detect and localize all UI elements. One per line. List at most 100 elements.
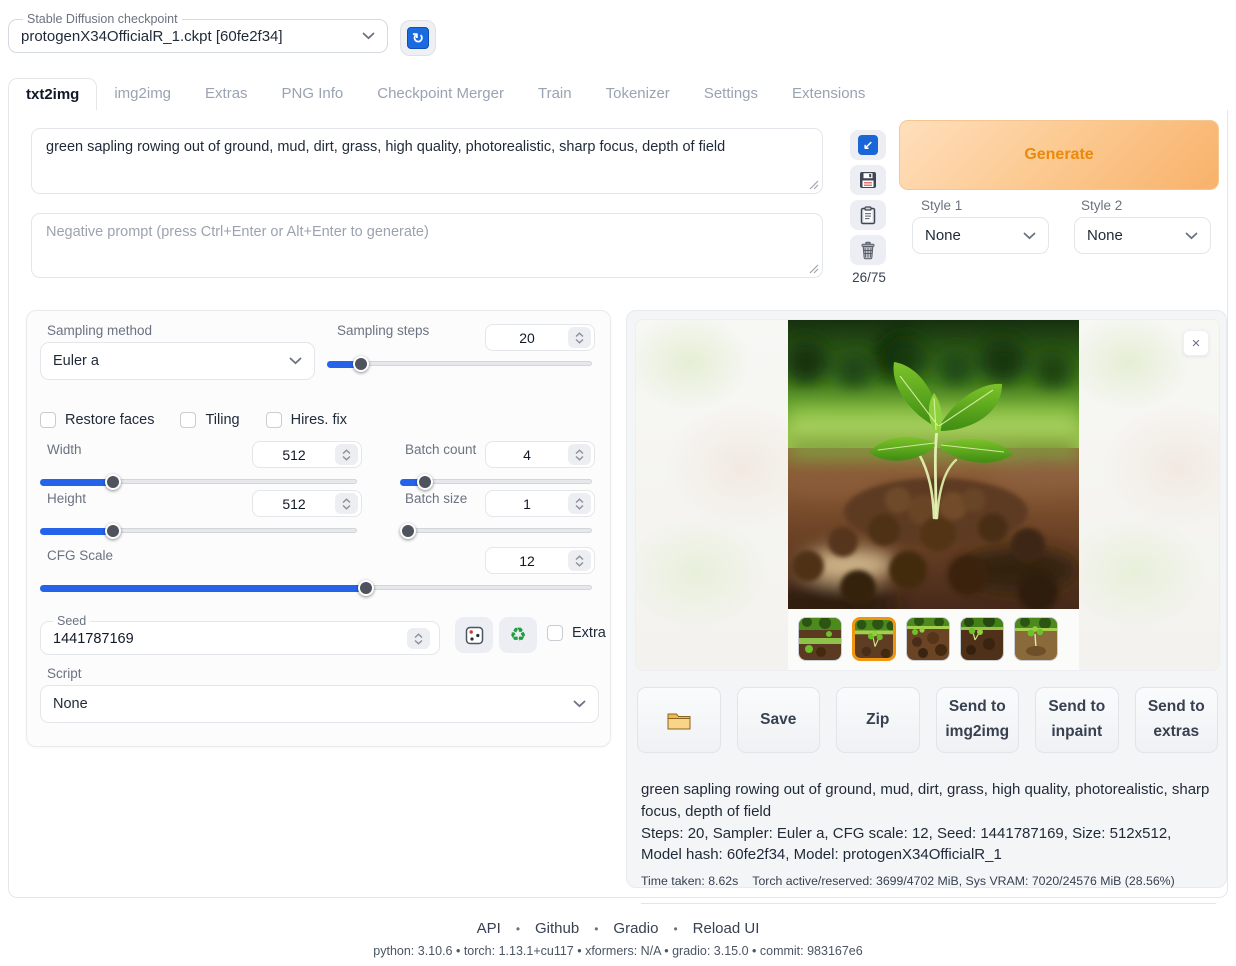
chevron-down-icon	[575, 338, 584, 344]
stepper-buttons[interactable]	[407, 628, 430, 649]
refresh-checkpoint-button[interactable]: ↻	[400, 20, 436, 56]
tab-settings[interactable]: Settings	[687, 78, 775, 110]
style1-value: None	[925, 227, 961, 244]
tab-tokenizer[interactable]: Tokenizer	[589, 78, 687, 110]
stepper-buttons[interactable]	[568, 444, 591, 465]
checkbox-icon	[40, 412, 56, 428]
footer-separator: •	[594, 922, 598, 936]
floppy-icon	[859, 171, 877, 189]
apply-style-button[interactable]	[850, 200, 886, 230]
generated-image[interactable]	[788, 320, 1079, 609]
checkpoint-value: protogenX34OfficialR_1.ckpt [60fe2f34]	[21, 28, 283, 45]
slider-handle[interactable]	[105, 474, 121, 490]
style1-label: Style 1	[921, 198, 962, 213]
output-actions: Save Zip Send to img2img Send to inpaint…	[637, 687, 1218, 753]
slider-handle[interactable]	[105, 523, 121, 539]
tab-img2img[interactable]: img2img	[97, 78, 188, 110]
send-to-inpaint-button[interactable]: Send to inpaint	[1035, 687, 1119, 753]
refresh-icon: ↻	[407, 27, 429, 49]
save-button[interactable]: Save	[737, 687, 821, 753]
batch-count-input[interactable]: 4	[485, 441, 595, 468]
chevron-down-icon	[342, 504, 351, 510]
clear-prompt-button[interactable]	[850, 235, 886, 265]
batch-count-slider[interactable]	[400, 473, 592, 489]
tab-checkpoint-merger[interactable]: Checkpoint Merger	[360, 78, 521, 110]
checkpoint-selector[interactable]: Stable Diffusion checkpoint protogenX34O…	[8, 12, 388, 53]
width-input[interactable]: 512	[252, 441, 362, 468]
batch-size-slider[interactable]	[400, 522, 592, 538]
sampling-steps-input[interactable]: 20	[485, 324, 595, 351]
save-style-button[interactable]	[850, 165, 886, 195]
paste-arrow-icon: ↙	[858, 135, 878, 155]
checkpoint-label: Stable Diffusion checkpoint	[23, 12, 182, 26]
sampling-steps-slider[interactable]	[327, 355, 592, 371]
chevron-down-icon	[289, 357, 302, 365]
chevron-down-icon	[362, 32, 375, 40]
gallery-close-button[interactable]: ×	[1183, 330, 1209, 356]
gallery-thumbnail-5[interactable]	[1014, 617, 1058, 661]
send-to-img2img-button[interactable]: Send to img2img	[936, 687, 1020, 753]
height-input[interactable]: 512	[252, 490, 362, 517]
prompt-input[interactable]: green sapling rowing out of ground, mud,…	[31, 128, 823, 194]
paste-params-button[interactable]: ↙	[850, 130, 886, 160]
result-gallery: ×	[635, 319, 1220, 671]
stepper-buttons[interactable]	[568, 327, 591, 348]
style1-dropdown[interactable]: None	[912, 217, 1049, 254]
seed-label: Seed	[53, 614, 90, 628]
footer-link-reload-ui[interactable]: Reload UI	[693, 920, 760, 937]
seed-input[interactable]: Seed 1441787169	[40, 614, 440, 655]
footer-link-gradio[interactable]: Gradio	[613, 920, 658, 937]
height-slider[interactable]	[40, 522, 357, 538]
tab-extras[interactable]: Extras	[188, 78, 265, 110]
width-slider[interactable]	[40, 473, 357, 489]
stepper-buttons[interactable]	[568, 550, 591, 571]
footer-separator: •	[673, 922, 677, 936]
stepper-buttons[interactable]	[335, 493, 358, 514]
sampling-steps-label: Sampling steps	[337, 323, 429, 338]
tab-extensions[interactable]: Extensions	[775, 78, 882, 110]
tiling-checkbox[interactable]: Tiling	[180, 412, 239, 428]
gallery-thumbnail-3[interactable]	[906, 617, 950, 661]
restore-faces-checkbox[interactable]: Restore faces	[40, 412, 154, 428]
tab-train[interactable]: Train	[521, 78, 589, 110]
chevron-down-icon	[575, 455, 584, 461]
sampling-method-dropdown[interactable]: Euler a	[40, 342, 315, 380]
extra-seed-checkbox[interactable]: Extra	[547, 625, 606, 641]
batch-size-input[interactable]: 1	[485, 490, 595, 517]
script-label: Script	[47, 666, 82, 681]
main-tabs: txt2img img2img Extras PNG Info Checkpoi…	[8, 78, 1228, 111]
cfg-scale-slider[interactable]	[40, 579, 592, 595]
gallery-thumbnail-2-selected[interactable]	[852, 617, 896, 661]
slider-handle[interactable]	[400, 523, 416, 539]
stepper-buttons[interactable]	[568, 493, 591, 514]
tab-txt2img[interactable]: txt2img	[8, 78, 97, 111]
open-folder-button[interactable]	[637, 687, 721, 753]
tab-png-info[interactable]: PNG Info	[265, 78, 361, 110]
feature-checkboxes: Restore faces Tiling Hires. fix	[40, 412, 373, 428]
slider-handle[interactable]	[417, 474, 433, 490]
gallery-thumbnail-1[interactable]	[798, 617, 842, 661]
generation-settings-card: Sampling method Euler a Sampling steps 2…	[26, 310, 611, 747]
reuse-seed-button[interactable]: ♻	[499, 617, 537, 653]
trash-icon	[859, 241, 877, 260]
footer-versions: python: 3.10.6 • torch: 1.13.1+cu117 • x…	[0, 944, 1236, 958]
footer-link-github[interactable]: Github	[535, 920, 579, 937]
send-to-extras-button[interactable]: Send to extras	[1135, 687, 1219, 753]
restore-faces-label: Restore faces	[65, 412, 154, 428]
gallery-thumbnail-4[interactable]	[960, 617, 1004, 661]
cfg-scale-input[interactable]: 12	[485, 547, 595, 574]
footer-link-api[interactable]: API	[477, 920, 501, 937]
stepper-buttons[interactable]	[335, 444, 358, 465]
hires-fix-checkbox[interactable]: Hires. fix	[266, 412, 347, 428]
script-dropdown[interactable]: None	[40, 685, 599, 723]
slider-handle[interactable]	[353, 356, 369, 372]
slider-handle[interactable]	[358, 580, 374, 596]
style2-dropdown[interactable]: None	[1074, 217, 1211, 254]
negative-prompt-input[interactable]	[31, 213, 823, 278]
random-seed-button[interactable]	[455, 617, 493, 653]
generate-button[interactable]: Generate	[899, 120, 1219, 190]
chevron-down-icon	[1023, 232, 1036, 240]
zip-button[interactable]: Zip	[836, 687, 920, 753]
info-vram: Torch active/reserved: 3699/4702 MiB, Sy…	[752, 873, 1174, 891]
chevron-down-icon	[575, 561, 584, 567]
